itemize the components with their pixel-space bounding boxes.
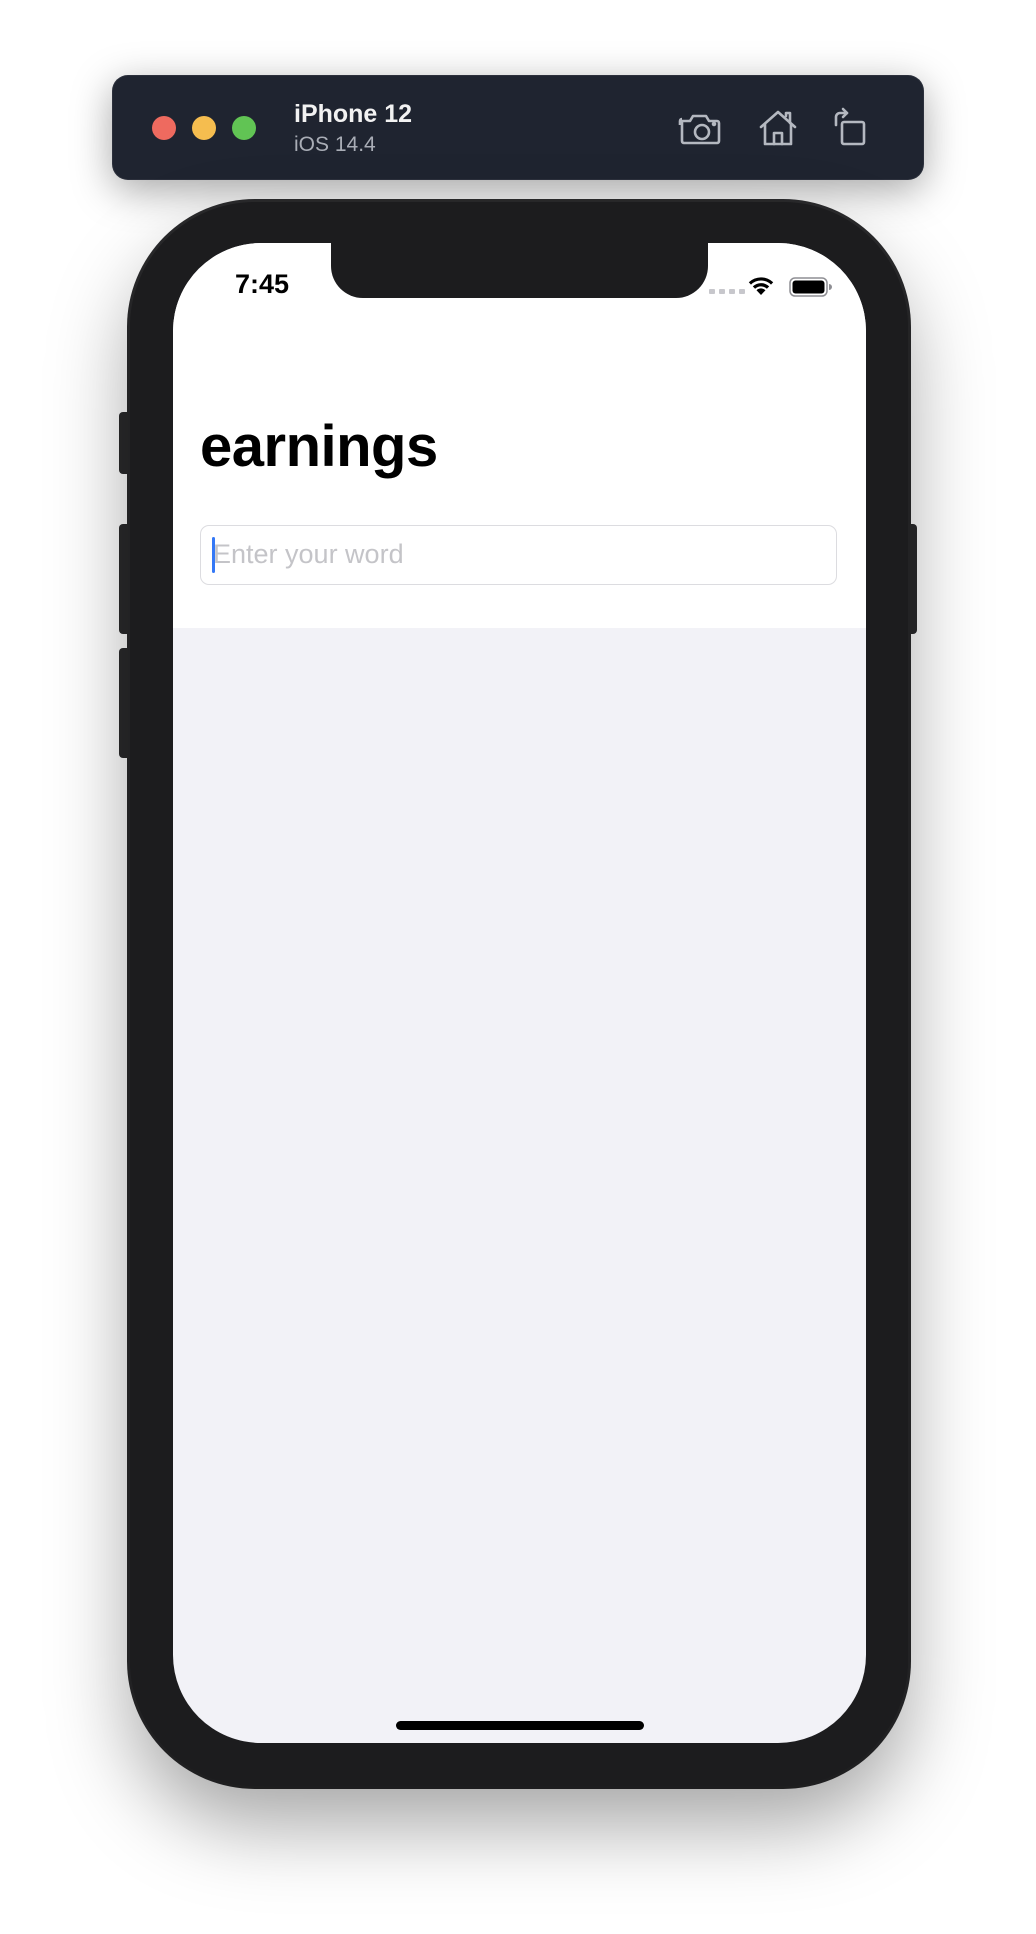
word-search-input[interactable]	[213, 526, 823, 583]
search-field-container[interactable]	[200, 525, 837, 585]
device-name: iPhone 12	[294, 100, 413, 128]
page-title: earnings	[200, 414, 438, 479]
simulator-toolbar: iPhone 12 iOS 14.4	[112, 75, 924, 180]
notch	[331, 243, 708, 298]
screenshot-camera-icon[interactable]	[678, 105, 724, 151]
phone-screen: 7:45 earnings	[173, 243, 866, 1743]
wifi-icon	[748, 277, 774, 295]
minimize-window-button[interactable]	[192, 116, 216, 140]
home-indicator[interactable]	[396, 1721, 644, 1730]
os-version: iOS 14.4	[294, 133, 376, 156]
home-icon[interactable]	[755, 105, 801, 151]
status-bar-time: 7:45	[235, 269, 290, 299]
cellular-signal-icon	[709, 289, 745, 294]
battery-icon	[789, 277, 832, 297]
maximize-window-button[interactable]	[232, 116, 256, 140]
close-window-button[interactable]	[152, 116, 176, 140]
rotate-icon[interactable]	[828, 105, 874, 151]
